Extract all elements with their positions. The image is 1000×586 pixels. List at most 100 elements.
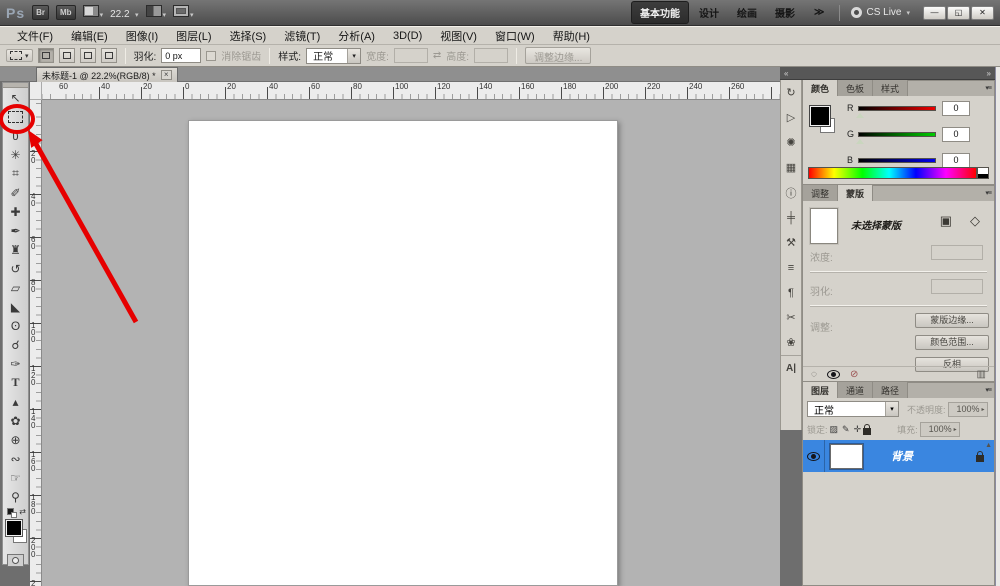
antialias-checkbox[interactable]: [206, 50, 217, 61]
info-panel-icon[interactable]: ⓘ: [781, 180, 801, 205]
bridge-button[interactable]: Br: [32, 5, 50, 20]
menu-item[interactable]: 选择(S): [221, 28, 276, 44]
canvas-area[interactable]: [42, 100, 780, 586]
screen-mode-button[interactable]: ▾: [173, 4, 194, 22]
adjustments-panel-icon[interactable]: ✺: [781, 130, 801, 155]
menu-item[interactable]: 3D(D): [384, 30, 431, 42]
layer-comps-panel-icon[interactable]: ≡: [781, 255, 801, 280]
scroll-up-icon[interactable]: ▲: [985, 442, 992, 449]
green-slider[interactable]: [856, 131, 936, 144]
menu-item[interactable]: 视图(V): [431, 28, 486, 44]
width-input[interactable]: [393, 48, 428, 63]
tool-preset-picker[interactable]: ▾: [6, 49, 33, 62]
menu-item[interactable]: 分析(A): [329, 28, 384, 44]
path-selection-tool[interactable]: ▴: [3, 392, 28, 411]
expand-panels-icon[interactable]: »: [987, 69, 991, 78]
red-slider[interactable]: [856, 105, 936, 118]
tab-color[interactable]: 颜色: [803, 80, 839, 96]
clone-stamp-tool[interactable]: ♜: [3, 240, 28, 259]
minimize-button[interactable]: —: [923, 5, 946, 20]
brush-tool[interactable]: ✒: [3, 221, 28, 240]
actions-panel-icon[interactable]: ▷: [781, 105, 801, 130]
history-panel-icon[interactable]: ↻: [781, 80, 801, 105]
menu-item[interactable]: 滤镜(T): [275, 28, 329, 44]
type-tool[interactable]: T: [3, 373, 28, 392]
collapse-panels-icon[interactable]: «: [784, 69, 788, 78]
blend-mode-select[interactable]: 正常 ▾: [807, 401, 899, 417]
view-extras-button[interactable]: ▾: [82, 4, 103, 22]
notes-panel-icon[interactable]: ❀: [781, 330, 801, 355]
3d-roll-tool[interactable]: ∾: [3, 449, 28, 468]
swap-colors-icon[interactable]: ⇄: [19, 507, 26, 516]
paint-bucket-tool[interactable]: ◣: [3, 297, 28, 316]
workspace-button[interactable]: 设计: [691, 2, 727, 23]
zoom-tool[interactable]: ⚲: [3, 487, 28, 506]
menu-item[interactable]: 帮助(H): [544, 28, 599, 44]
styles-panel-icon[interactable]: ▦: [781, 155, 801, 180]
tab-layers[interactable]: 图层: [803, 382, 839, 398]
tool-presets-panel-icon[interactable]: ✂: [781, 305, 801, 330]
custom-shape-tool[interactable]: ✿: [3, 411, 28, 430]
document-tab[interactable]: 未标题-1 @ 22.2%(RGB/8) * ×: [36, 67, 178, 82]
opacity-input[interactable]: 100% ▸: [947, 401, 988, 417]
delete-mask-icon[interactable]: ▥: [977, 369, 986, 380]
color-range-button[interactable]: 颜色范围...: [915, 335, 989, 350]
refine-edge-button[interactable]: 调整边缘...: [525, 47, 592, 64]
lock-all-icon[interactable]: [863, 423, 872, 435]
close-button[interactable]: ✕: [971, 5, 994, 20]
tab-paths[interactable]: 路径: [873, 382, 909, 398]
3d-rotate-tool[interactable]: ⊕: [3, 430, 28, 449]
restore-button[interactable]: ◱: [947, 5, 970, 20]
load-selection-icon[interactable]: ◌: [811, 369, 817, 380]
dodge-tool[interactable]: ☌: [3, 335, 28, 354]
mask-visibility-eye-icon[interactable]: [826, 369, 840, 379]
workspace-button[interactable]: 绘画: [729, 2, 765, 23]
panel-menu-icon[interactable]: ▾≡: [985, 386, 992, 394]
intersect-selection-mode-button[interactable]: [100, 48, 117, 63]
red-value-input[interactable]: 0: [942, 100, 970, 116]
layer-thumbnail[interactable]: [829, 442, 864, 470]
crop-tool[interactable]: ⌗: [3, 164, 28, 183]
feather-input[interactable]: [931, 279, 983, 294]
layer-row-background[interactable]: 背景: [803, 440, 994, 472]
cs-live-dropdown[interactable]: CS Live ▾: [851, 7, 910, 18]
zoom-level-dropdown[interactable]: 22.2 ▾: [110, 4, 138, 22]
green-value-input[interactable]: 0: [942, 126, 970, 142]
lock-position-icon[interactable]: ✛: [854, 424, 862, 435]
paragraph-panel-icon[interactable]: ¶: [781, 280, 801, 305]
tab-swatches[interactable]: 色板: [838, 80, 874, 96]
color-spectrum-ramp[interactable]: [808, 167, 977, 179]
mini-bridge-button[interactable]: Mb: [56, 5, 76, 20]
feather-slider[interactable]: [810, 305, 987, 307]
lock-pixels-icon[interactable]: ✎: [842, 424, 850, 435]
foreground-color-swatch[interactable]: [809, 105, 831, 127]
eyedropper-tool[interactable]: ✐: [3, 183, 28, 202]
menu-item[interactable]: 图层(L): [167, 28, 220, 44]
density-slider[interactable]: [810, 271, 987, 273]
add-selection-mode-button[interactable]: [58, 48, 75, 63]
mask-edge-button[interactable]: 蒙版边缘...: [915, 313, 989, 328]
quick-selection-tool[interactable]: ✳: [3, 145, 28, 164]
panel-menu-icon[interactable]: ▾≡: [985, 84, 992, 92]
fill-input[interactable]: 100% ▸: [919, 421, 960, 437]
tab-styles[interactable]: 样式: [873, 80, 909, 96]
character-panel-icon[interactable]: A|: [781, 355, 801, 380]
workspace-button[interactable]: 摄影: [767, 2, 803, 23]
close-document-icon[interactable]: ×: [160, 70, 172, 80]
rect-marquee-tool[interactable]: ⬚: [3, 107, 28, 126]
history-brush-tool[interactable]: ↺: [3, 259, 28, 278]
panel-menu-icon[interactable]: ▾≡: [985, 189, 992, 197]
blue-value-input[interactable]: 0: [942, 152, 970, 168]
menu-item[interactable]: 窗口(W): [486, 28, 544, 44]
pen-tool[interactable]: ✑: [3, 354, 28, 373]
disable-mask-icon[interactable]: ⊘: [850, 369, 858, 380]
swap-dimensions-icon[interactable]: ⇄: [433, 50, 441, 61]
height-input[interactable]: [474, 48, 509, 63]
workspace-button[interactable]: 基本功能: [631, 1, 689, 24]
add-pixel-mask-icon[interactable]: ▣: [940, 213, 952, 229]
tab-channels[interactable]: 通道: [838, 382, 874, 398]
new-selection-mode-button[interactable]: [37, 48, 54, 63]
density-input[interactable]: [931, 245, 983, 260]
foreground-color-swatch[interactable]: [5, 519, 23, 537]
tab-adjustments[interactable]: 调整: [803, 185, 839, 201]
